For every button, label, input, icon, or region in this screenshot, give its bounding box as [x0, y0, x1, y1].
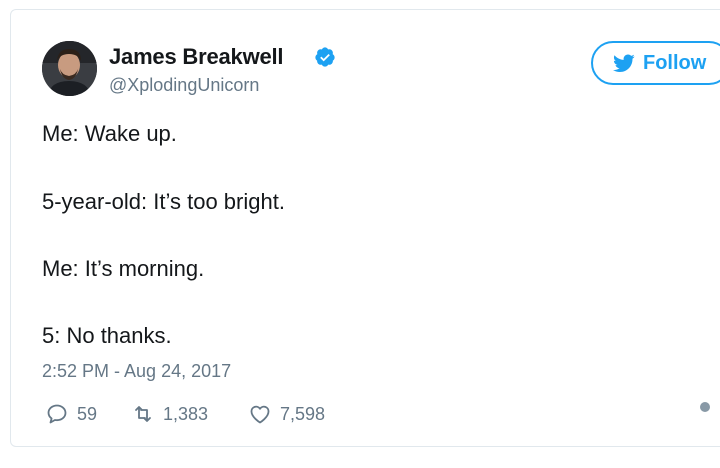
- heart-icon: [250, 405, 270, 424]
- tweet-timestamp[interactable]: 2:52 PM - Aug 24, 2017: [42, 361, 231, 382]
- tweet-card: James Breakwell @XplodingUnicorn Follow …: [10, 9, 720, 447]
- tweet-text-line-3: Me: It’s morning.: [42, 256, 205, 281]
- twitter-bird-icon: [613, 54, 635, 73]
- retweet-button[interactable]: 1,383: [131, 402, 208, 426]
- reply-button[interactable]: 59: [45, 402, 97, 426]
- retweet-icon: [135, 406, 151, 422]
- tweet-text-line-4: 5: No thanks.: [42, 323, 172, 348]
- reply-icon: [47, 404, 67, 424]
- reply-count: 59: [77, 403, 98, 424]
- verified-badge-icon: [315, 47, 335, 67]
- avatar-photo: [42, 41, 97, 96]
- retweet-count: 1,383: [163, 403, 209, 424]
- avatar[interactable]: [42, 41, 97, 96]
- like-count: 7,598: [280, 403, 326, 424]
- author-handle[interactable]: @XplodingUnicorn: [109, 75, 259, 96]
- more-options-icon[interactable]: [700, 402, 710, 412]
- like-button[interactable]: 7,598: [248, 402, 325, 426]
- tweet-text-line-2: 5-year-old: It’s too bright.: [42, 189, 285, 214]
- follow-button-label: Follow: [643, 51, 707, 74]
- tweet-text-line-1: Me: Wake up.: [42, 121, 177, 146]
- follow-button[interactable]: Follow: [591, 41, 720, 85]
- author-name[interactable]: James Breakwell: [109, 44, 284, 70]
